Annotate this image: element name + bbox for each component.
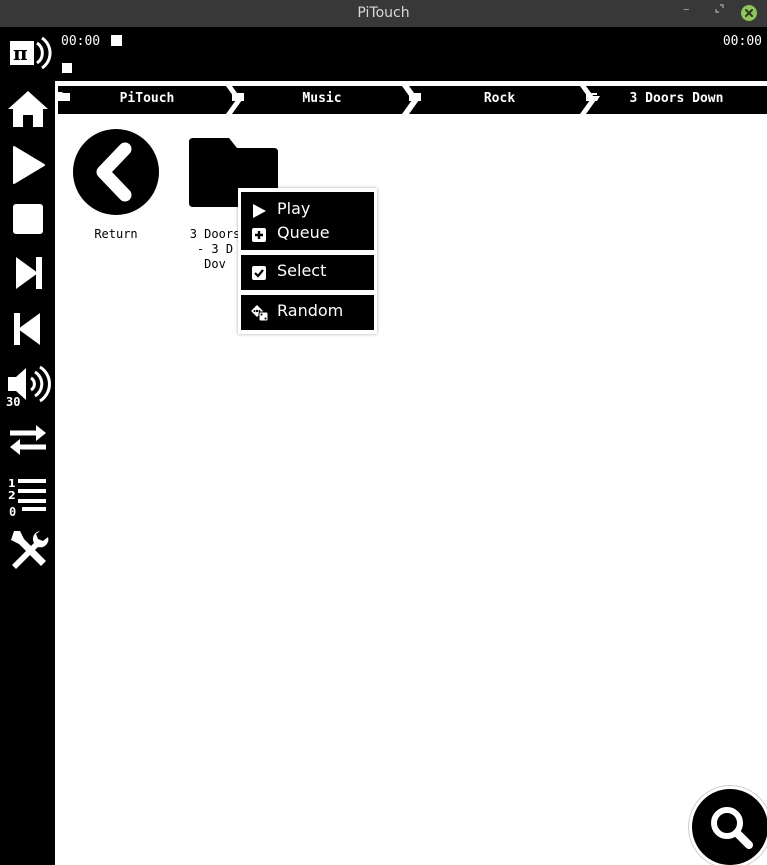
svg-text:π: π bbox=[13, 41, 28, 65]
skip-previous-icon[interactable] bbox=[4, 305, 52, 353]
context-menu-group-random: Random bbox=[241, 295, 374, 330]
repeat-icon[interactable] bbox=[4, 415, 52, 463]
window-title: PiTouch bbox=[357, 5, 410, 21]
return-label: Return bbox=[94, 227, 138, 241]
sidebar: π 30 1 2 0 bbox=[0, 27, 55, 865]
search-icon bbox=[711, 807, 753, 849]
window-titlebar: PiTouch – bbox=[0, 0, 767, 27]
context-menu-group-select: Select bbox=[241, 255, 374, 290]
breadcrumb-label: 3 Doors Down bbox=[629, 91, 724, 106]
now-playing-bar: 00:00 00:00 bbox=[55, 27, 767, 81]
breadcrumb-item-3-doors-down[interactable]: 3 Doors Down bbox=[586, 86, 767, 114]
volume-level: 30 bbox=[6, 395, 21, 409]
playback-state-icon bbox=[111, 35, 122, 46]
folder-icon bbox=[58, 92, 70, 101]
breadcrumb-label: Music bbox=[302, 91, 342, 106]
elapsed-time: 00:00 bbox=[61, 34, 101, 49]
dice-icon bbox=[251, 305, 269, 321]
queue-count: 0 bbox=[9, 505, 17, 519]
stop-icon[interactable] bbox=[4, 195, 52, 243]
play-icon bbox=[253, 204, 266, 218]
breadcrumb-item-music[interactable]: Music bbox=[232, 86, 412, 114]
minimize-button[interactable]: – bbox=[683, 2, 690, 17]
menu-item-select[interactable]: Select bbox=[241, 260, 374, 284]
maximize-button[interactable] bbox=[715, 4, 724, 13]
settings-tools-icon[interactable] bbox=[4, 525, 52, 573]
menu-item-label: Queue bbox=[277, 223, 330, 242]
skip-next-icon[interactable] bbox=[4, 249, 52, 297]
breadcrumb-item-rock[interactable]: Rock bbox=[409, 86, 590, 114]
context-menu: Play Queue Select Random bbox=[238, 188, 377, 334]
menu-item-label: Play bbox=[277, 199, 311, 218]
folder-open-icon bbox=[586, 92, 600, 101]
search-button[interactable] bbox=[692, 789, 767, 865]
breadcrumb-item-pitouch[interactable]: PiTouch bbox=[58, 86, 236, 114]
menu-item-random[interactable]: Random bbox=[241, 300, 374, 324]
close-button[interactable] bbox=[741, 5, 757, 21]
menu-item-play[interactable]: Play bbox=[241, 198, 374, 222]
context-menu-group-play: Play Queue bbox=[241, 192, 374, 250]
breadcrumb: PiTouch Music Rock 3 Doors Down bbox=[55, 81, 767, 119]
breadcrumb-label: PiTouch bbox=[119, 91, 175, 106]
folder-icon bbox=[232, 92, 244, 101]
breadcrumb-label: Rock bbox=[483, 91, 516, 106]
track-state-icon bbox=[62, 63, 72, 73]
plus-square-icon bbox=[252, 228, 266, 242]
checkbox-checked-icon bbox=[252, 266, 266, 280]
menu-item-queue[interactable]: Queue bbox=[241, 222, 374, 246]
menu-item-label: Select bbox=[277, 261, 327, 280]
home-icon[interactable] bbox=[4, 85, 52, 133]
back-circle-icon[interactable] bbox=[73, 129, 159, 215]
play-icon[interactable] bbox=[4, 141, 52, 189]
menu-item-label: Random bbox=[277, 301, 344, 320]
total-time: 00:00 bbox=[722, 34, 762, 49]
pitouch-logo-icon[interactable]: π bbox=[4, 29, 52, 77]
folder-icon bbox=[409, 92, 421, 101]
svg-text:2: 2 bbox=[8, 489, 16, 502]
